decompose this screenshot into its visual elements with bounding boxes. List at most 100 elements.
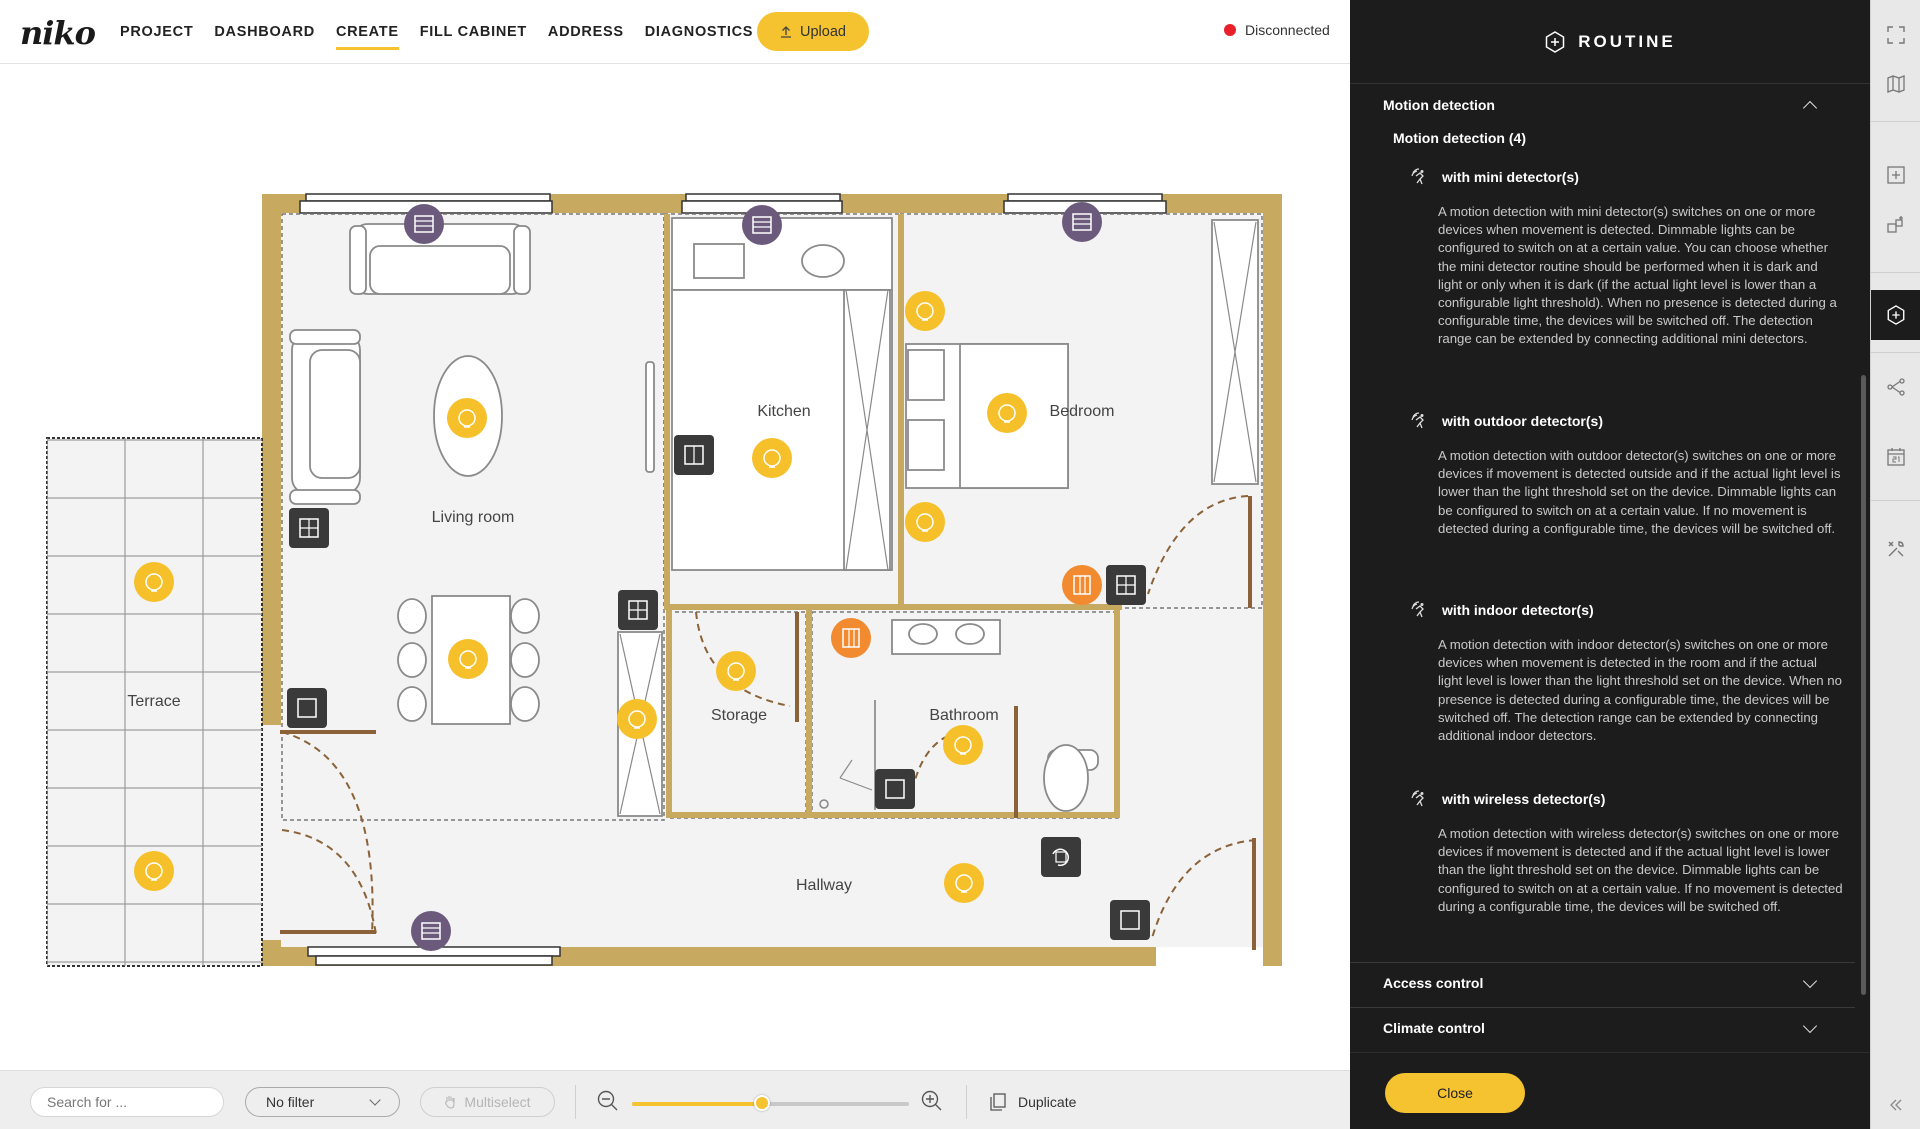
nav-dashboard[interactable]: DASHBOARD xyxy=(214,0,315,64)
routine-outdoor-detector[interactable]: with outdoor detector(s) A motion detect… xyxy=(1410,412,1850,538)
rail-divider xyxy=(1871,272,1920,273)
panel-footer: Close xyxy=(1350,1052,1870,1129)
switch-device[interactable] xyxy=(618,590,658,630)
light-device[interactable] xyxy=(987,393,1027,433)
room-label-storage: Storage xyxy=(711,707,767,724)
zoom-slider-thumb[interactable] xyxy=(754,1095,771,1111)
duplicate-button[interactable]: Duplicate xyxy=(990,1087,1076,1117)
status-text: Disconnected xyxy=(1245,22,1330,38)
routine-indoor-detector[interactable]: with indoor detector(s) A motion detecti… xyxy=(1410,601,1850,745)
motion-detector-icon xyxy=(1411,412,1424,429)
devices-icon[interactable] xyxy=(1871,199,1920,249)
switch-device[interactable] xyxy=(1110,900,1150,940)
panel-title: ROUTINE xyxy=(1578,31,1676,51)
switch-device[interactable] xyxy=(875,769,915,809)
routine-title: with mini detector(s) xyxy=(1442,169,1579,185)
routine-mini-detector[interactable]: with mini detector(s) A motion detection… xyxy=(1410,168,1850,349)
hand-icon xyxy=(445,1096,456,1109)
floorplan-canvas[interactable]: Living room Kitchen Bedroom Terrace Stor… xyxy=(0,65,1350,1070)
accordion-access-control[interactable]: Access control xyxy=(1383,973,1823,991)
motion-detector-icon xyxy=(1411,601,1424,618)
light-device[interactable] xyxy=(752,438,792,478)
room-label-kitchen: Kitchen xyxy=(757,403,810,420)
light-device[interactable] xyxy=(448,639,488,679)
light-device[interactable] xyxy=(134,851,174,891)
rail-divider xyxy=(1871,121,1920,122)
switch-device[interactable] xyxy=(287,688,327,728)
search-input[interactable] xyxy=(30,1087,224,1117)
connection-status: Disconnected xyxy=(1224,22,1330,38)
status-dot-icon xyxy=(1224,24,1236,36)
filter-select[interactable]: No filter xyxy=(245,1087,400,1117)
light-device[interactable] xyxy=(944,863,984,903)
zoom-in-icon[interactable] xyxy=(921,1090,943,1112)
routine-description: A motion detection with outdoor detector… xyxy=(1438,448,1841,536)
accordion-climate-label: Climate control xyxy=(1383,1020,1485,1036)
room-label-bedroom: Bedroom xyxy=(1050,403,1115,420)
routine-description: A motion detection with mini detector(s)… xyxy=(1438,204,1837,347)
niko-logo[interactable]: niko xyxy=(20,14,96,52)
room-label-bathroom: Bathroom xyxy=(929,707,998,724)
blind-device[interactable] xyxy=(1062,202,1102,242)
light-device[interactable] xyxy=(134,562,174,602)
divider xyxy=(1350,1007,1855,1008)
fullscreen-icon[interactable] xyxy=(1871,10,1920,60)
add-device-icon[interactable] xyxy=(1871,150,1920,200)
calendar-icon[interactable] xyxy=(1871,432,1920,482)
routine-title: with wireless detector(s) xyxy=(1442,791,1606,807)
zoom-out-icon[interactable] xyxy=(597,1090,619,1112)
light-device[interactable] xyxy=(943,725,983,765)
accordion-climate-control[interactable]: Climate control xyxy=(1383,1018,1823,1036)
blind-device[interactable] xyxy=(411,911,451,951)
upload-button[interactable]: Upload xyxy=(757,12,869,51)
toolbar-divider xyxy=(966,1085,967,1119)
chevron-down-icon xyxy=(369,1094,381,1106)
sensor-device[interactable] xyxy=(1062,565,1102,605)
routine-icon[interactable] xyxy=(1871,290,1920,340)
motion-detector-icon xyxy=(1411,790,1424,807)
light-device[interactable] xyxy=(617,699,657,739)
toolbar-divider xyxy=(575,1085,576,1119)
rail-divider xyxy=(1871,352,1920,353)
nav-fill-cabinet[interactable]: FILL CABINET xyxy=(420,0,527,64)
main-nav: PROJECT DASHBOARD CREATE FILL CABINET AD… xyxy=(120,0,791,64)
rail-divider xyxy=(1871,500,1920,501)
accordion-motion-detection[interactable]: Motion detection xyxy=(1383,97,1823,115)
map-icon[interactable] xyxy=(1871,59,1920,109)
routine-panel: ROUTINE Motion detection Motion detectio… xyxy=(1350,0,1870,1129)
routine-description: A motion detection with wireless detecto… xyxy=(1438,826,1843,914)
floorplan[interactable]: Living room Kitchen Bedroom Terrace Stor… xyxy=(0,65,1350,1070)
duplicate-icon xyxy=(990,1093,1006,1111)
routine-icon xyxy=(1546,30,1565,53)
zoom-slider[interactable] xyxy=(632,1095,909,1111)
switch-device[interactable] xyxy=(1106,565,1146,605)
blind-device[interactable] xyxy=(404,204,444,244)
multiselect-button[interactable]: Multiselect xyxy=(420,1087,555,1117)
sensor-device[interactable] xyxy=(831,618,871,658)
light-device[interactable] xyxy=(905,502,945,542)
tools-icon[interactable] xyxy=(1871,524,1920,574)
switch-device[interactable] xyxy=(1041,837,1081,877)
light-device[interactable] xyxy=(905,291,945,331)
connections-icon[interactable] xyxy=(1871,362,1920,412)
panel-header: ROUTINE xyxy=(1350,0,1870,84)
routine-title: with outdoor detector(s) xyxy=(1442,413,1603,429)
routine-wireless-detector[interactable]: with wireless detector(s) A motion detec… xyxy=(1410,790,1850,916)
upload-label: Upload xyxy=(800,23,846,40)
panel-scrollbar[interactable] xyxy=(1861,375,1866,995)
nav-address[interactable]: ADDRESS xyxy=(548,0,624,64)
nav-create[interactable]: CREATE xyxy=(335,0,399,64)
switch-device[interactable] xyxy=(674,435,714,475)
light-device[interactable] xyxy=(716,651,756,691)
nav-diagnostics[interactable]: DIAGNOSTICS xyxy=(644,0,774,64)
light-device[interactable] xyxy=(447,398,487,438)
collapse-icon[interactable] xyxy=(1871,1080,1920,1129)
nav-project[interactable]: PROJECT xyxy=(120,0,193,64)
close-button[interactable]: Close xyxy=(1385,1073,1525,1113)
blind-device[interactable] xyxy=(742,205,782,245)
room-label-hallway: Hallway xyxy=(796,877,852,894)
multiselect-label: Multiselect xyxy=(464,1094,531,1110)
divider xyxy=(1350,962,1855,963)
switch-device[interactable] xyxy=(289,508,329,548)
nav-diagnostics-label: DIAGNOSTICS xyxy=(644,24,754,40)
